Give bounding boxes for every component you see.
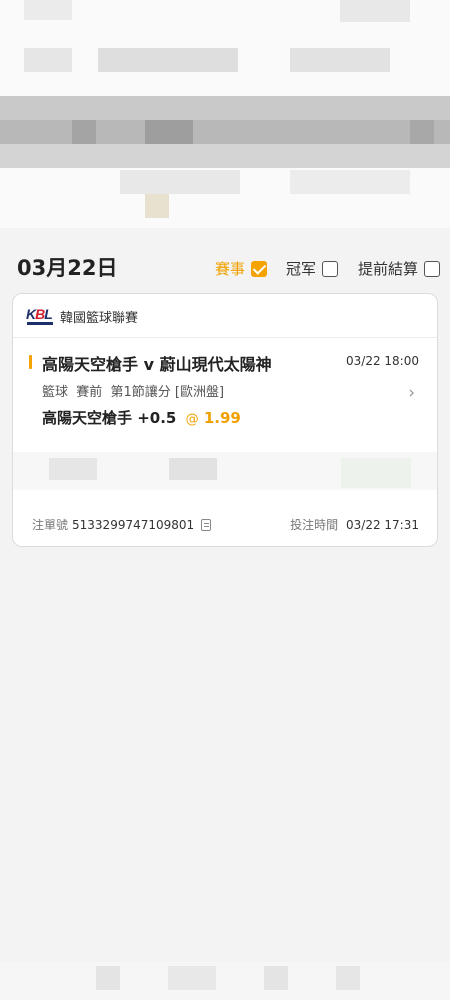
league-row: KBL 韓國籃球聯賽 bbox=[26, 303, 138, 329]
selection: 高陽天空槍手 +0.5 @ 1.99 bbox=[42, 407, 241, 428]
match-title: 高陽天空槍手 v 蔚山現代太陽神 bbox=[42, 355, 272, 374]
chevron-right-icon[interactable]: › bbox=[408, 383, 415, 403]
filter-events-label: 賽事 bbox=[215, 260, 246, 278]
league-name: 韓國籃球聯賽 bbox=[60, 310, 139, 326]
placed-time: 03/22 17:31 bbox=[346, 518, 419, 532]
odds: @ 1.99 bbox=[185, 409, 241, 427]
redacted-footer bbox=[0, 962, 450, 1000]
redacted-header bbox=[0, 0, 450, 228]
order-number: 5133299747109801 bbox=[72, 517, 195, 532]
filter-bar: 03月22日 賽事 冠军 提前結算 bbox=[0, 236, 450, 294]
filter-champion-label: 冠军 bbox=[286, 260, 317, 278]
placed-time-row: 投注時間 03/22 17:31 bbox=[290, 516, 419, 533]
placed-label: 投注時間 bbox=[290, 518, 339, 532]
filter-early-settlement-label: 提前結算 bbox=[358, 260, 419, 278]
filter-early-settlement[interactable]: 提前結算 bbox=[358, 258, 441, 279]
order-number-row: 注單號 5133299747109801 bbox=[32, 516, 212, 533]
match-time: 03/22 18:00 bbox=[346, 354, 419, 368]
copy-icon[interactable] bbox=[201, 518, 212, 531]
divider bbox=[13, 337, 437, 338]
market-info: 籃球 賽前 第1節讓分 [歐洲盤] bbox=[42, 385, 225, 400]
checkbox-icon[interactable] bbox=[322, 260, 339, 277]
filter-champion[interactable]: 冠军 bbox=[286, 258, 339, 279]
date-title: 03月22日 bbox=[17, 256, 118, 280]
checkbox-icon[interactable] bbox=[424, 260, 441, 277]
selection-text: 高陽天空槍手 +0.5 bbox=[42, 409, 177, 427]
kbl-logo: KBL bbox=[26, 304, 54, 328]
bet-card[interactable]: KBL 韓國籃球聯賽 高陽天空槍手 v 蔚山現代太陽神 03/22 18:00 … bbox=[12, 293, 438, 547]
redacted-stake bbox=[13, 444, 437, 504]
filter-events[interactable]: 賽事 bbox=[215, 258, 268, 279]
order-label: 注單號 bbox=[32, 518, 69, 532]
match-indicator bbox=[29, 355, 32, 369]
checkmark-icon[interactable] bbox=[251, 260, 268, 277]
